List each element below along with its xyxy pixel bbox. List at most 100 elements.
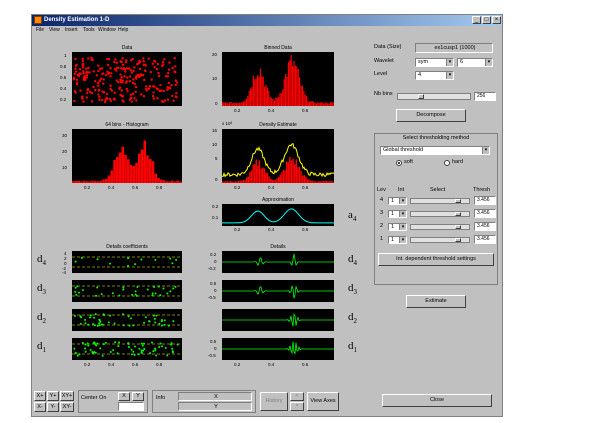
approx-line	[222, 208, 334, 224]
thresh-slider[interactable]	[410, 198, 470, 204]
tick-label: -0.5	[208, 353, 216, 358]
bar	[329, 180, 331, 183]
estimate-button[interactable]: Estimate	[406, 295, 466, 308]
thresh-slider[interactable]	[410, 224, 470, 230]
bar	[289, 60, 291, 106]
slider-thumb[interactable]	[455, 238, 461, 242]
soft-radio[interactable]	[396, 160, 402, 166]
zoom-y-minus-button[interactable]: Y-	[47, 402, 59, 412]
decompose-button[interactable]: Decompose	[396, 109, 466, 122]
coef-point	[172, 287, 175, 290]
slider-thumb[interactable]	[418, 94, 424, 99]
bar	[308, 179, 310, 183]
close-window-button[interactable]: ×	[492, 16, 501, 24]
tick-label: 0.4	[268, 108, 275, 113]
bar	[268, 90, 270, 106]
menu-window[interactable]: Window	[98, 27, 116, 34]
bar	[292, 158, 294, 183]
wavelet-family-select[interactable]: sym ▾	[415, 58, 454, 67]
bar	[260, 168, 262, 183]
menu-file[interactable]: File	[36, 27, 44, 34]
data-point	[107, 58, 111, 61]
zoom-y-plus-button[interactable]: Y+	[47, 391, 59, 401]
close-button[interactable]: Close	[382, 394, 492, 407]
bar	[318, 181, 320, 183]
coef-point	[121, 313, 124, 316]
zoom-xy-minus-button[interactable]: XY-	[60, 402, 74, 412]
nb-bins-slider[interactable]	[397, 93, 471, 100]
bar	[265, 172, 267, 183]
hist-plot-title: 64 bins - Histogram	[105, 122, 149, 128]
minimize-button[interactable]: _	[472, 16, 481, 24]
data-point	[119, 78, 122, 82]
data-point	[157, 71, 160, 75]
info-y-field: Y	[178, 402, 252, 411]
zoom-x-minus-button[interactable]: X-	[34, 402, 46, 412]
tick-label: 30	[62, 133, 68, 138]
tick-label: 20	[212, 52, 218, 57]
coef-point	[154, 292, 157, 295]
data-point	[153, 60, 157, 63]
bar	[299, 77, 301, 106]
menu-view[interactable]: View	[49, 27, 60, 34]
wavelet-number-select[interactable]: 6 ▾	[457, 58, 493, 67]
level-select[interactable]: 4 ▾	[415, 71, 454, 80]
data-point	[113, 67, 117, 71]
int-select[interactable]: 1 ▾	[388, 236, 407, 244]
data-point	[127, 67, 131, 70]
data-point	[78, 72, 81, 75]
menu-help[interactable]: Help	[118, 27, 128, 34]
d3-coef-plot	[72, 280, 182, 302]
d1-label-right: d1	[348, 340, 357, 355]
int-dependent-button[interactable]: Int. dependent threshold settings	[378, 253, 494, 266]
int-select[interactable]: 1 ▾	[388, 223, 407, 231]
slider-thumb[interactable]	[455, 225, 461, 229]
slider-thumb[interactable]	[455, 212, 461, 216]
data-point	[104, 73, 108, 77]
history-back-button[interactable]: <	[290, 392, 304, 401]
view-axes-button[interactable]: View Axes	[307, 392, 339, 411]
zoom-x-plus-button[interactable]: X+	[34, 391, 46, 401]
density-line	[222, 142, 334, 178]
detail-line	[222, 253, 334, 267]
coef-point	[84, 322, 87, 325]
data-point	[142, 95, 146, 98]
center-y-button[interactable]: Y	[132, 392, 144, 401]
coef-point	[89, 348, 92, 351]
menu-insert[interactable]: Insert	[65, 27, 78, 34]
thresh-input[interactable]: 3.456	[474, 196, 496, 205]
int-select[interactable]: 1 ▾	[388, 210, 407, 218]
bar	[162, 180, 166, 183]
zoom-xy-plus-button[interactable]: XY+	[60, 391, 74, 401]
maximize-button[interactable]: □	[482, 16, 491, 24]
coef-point	[88, 316, 91, 319]
data-point	[162, 89, 166, 93]
coef-point	[74, 290, 77, 293]
history-button[interactable]: History	[260, 392, 288, 411]
coef-point	[104, 341, 107, 344]
bar	[262, 167, 264, 183]
thresh-method-select[interactable]: Global threshold ▾	[380, 146, 490, 155]
thresh-slider[interactable]	[410, 211, 470, 217]
thresh-input[interactable]: 3.456	[474, 209, 496, 218]
bar	[250, 170, 253, 183]
int-select[interactable]: 1 ▾	[388, 197, 407, 205]
coef-point	[137, 353, 140, 356]
thresh-input[interactable]: 3.456	[474, 222, 496, 231]
menu-tools[interactable]: Tools	[83, 27, 95, 34]
thresh-slider[interactable]	[410, 237, 470, 243]
hard-radio[interactable]	[444, 160, 450, 166]
data-point	[151, 95, 155, 98]
center-x-button[interactable]: X	[118, 392, 130, 401]
nb-bins-input[interactable]: 256	[474, 92, 496, 101]
center-on-field[interactable]	[118, 402, 144, 411]
bar	[234, 102, 236, 106]
bar	[282, 89, 284, 106]
bar	[317, 102, 319, 106]
coef-point	[73, 315, 76, 318]
history-clear-button[interactable]: ×	[290, 402, 304, 411]
data-point	[96, 81, 100, 85]
tick-label: 20	[62, 149, 68, 154]
thresh-input[interactable]: 3.456	[474, 235, 496, 244]
slider-thumb[interactable]	[455, 199, 461, 203]
